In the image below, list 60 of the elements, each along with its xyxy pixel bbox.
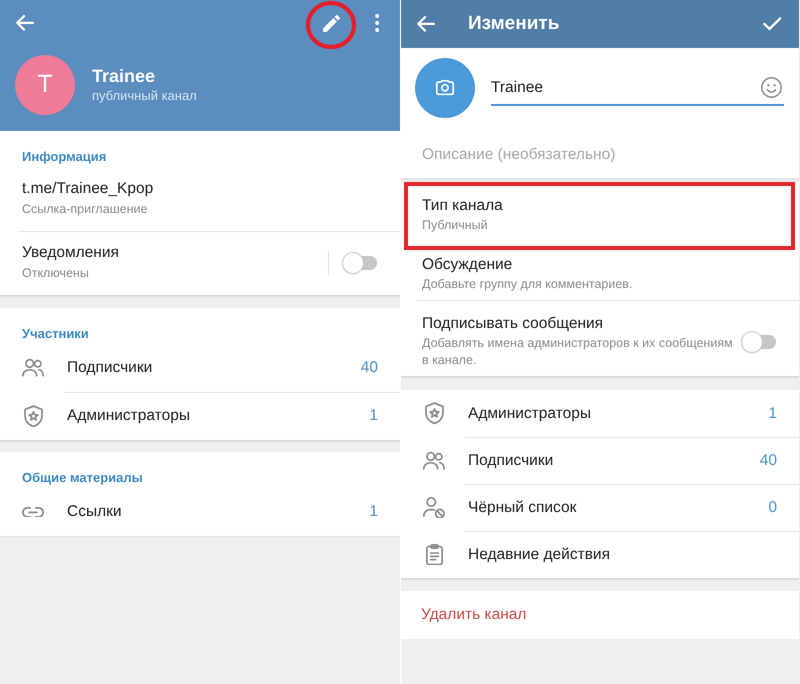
row-title: Тип канала bbox=[422, 196, 504, 216]
channel-avatar: T bbox=[15, 55, 75, 115]
row-title: Ссылки bbox=[67, 502, 123, 522]
blocked-user-icon bbox=[423, 496, 445, 518]
list-item[interactable]: Обсуждение Добавьте группу для комментариев. bbox=[401, 250, 799, 300]
list-item[interactable]: Подписчики 40 bbox=[401, 437, 799, 484]
row-title: Уведомления bbox=[22, 243, 120, 263]
row-title: Администраторы bbox=[67, 406, 191, 426]
section-title: Общие материалы bbox=[21, 469, 144, 487]
row-count: 40 bbox=[360, 358, 378, 378]
list-item[interactable]: Подписывать сообщения Добавлять имена администраторов к их сообщениям в канале. bbox=[401, 300, 799, 376]
people-icon bbox=[423, 450, 445, 470]
row-subtitle: Ссылка-приглашение bbox=[22, 201, 148, 218]
list-item[interactable]: Администраторы 1 bbox=[0, 392, 400, 440]
row-title: Подписывать сообщения bbox=[422, 314, 604, 334]
section-title: Участники bbox=[21, 325, 90, 343]
more-icon bbox=[374, 14, 380, 32]
row-count: 40 bbox=[760, 450, 777, 471]
row-title: Подписчики bbox=[468, 450, 554, 471]
row-subtitle: Добавлять имена администраторов к их сообщениям в канале. bbox=[422, 335, 734, 369]
back-arrow-icon bbox=[417, 16, 435, 32]
channel-subtitle: публичный канал bbox=[92, 87, 197, 105]
row-subtitle: Публичный bbox=[422, 217, 489, 234]
link-icon bbox=[22, 506, 44, 518]
list-item[interactable]: Подписчики 40 bbox=[0, 344, 400, 392]
check-icon bbox=[762, 17, 782, 31]
name-field[interactable]: Trainee bbox=[491, 70, 756, 106]
row-title: t.me/Trainee_Kpop bbox=[22, 179, 154, 199]
smiley-icon bbox=[761, 76, 782, 98]
list-item[interactable]: Администраторы 1 bbox=[401, 390, 799, 437]
clipboard-icon bbox=[426, 544, 442, 566]
row-title: Обсуждение bbox=[422, 255, 514, 275]
section-title: Информация bbox=[21, 148, 108, 166]
list-item[interactable]: t.me/Trainee_Kpop Ссылка-приглашение bbox=[0, 167, 400, 231]
back-arrow-icon bbox=[16, 15, 34, 31]
delete-channel-button[interactable]: Удалить канал bbox=[401, 591, 799, 639]
description-field[interactable]: Описание (необязательно) bbox=[422, 140, 784, 170]
list-item[interactable]: Ссылки 1 bbox=[0, 488, 400, 536]
list-item[interactable]: Чёрный список 0 bbox=[401, 484, 799, 531]
row-title: Администраторы bbox=[468, 404, 592, 424]
row-subtitle: Отключены bbox=[22, 265, 90, 282]
row-count: 1 bbox=[369, 502, 378, 522]
camera-icon bbox=[436, 80, 454, 96]
channel-name: Trainee bbox=[92, 65, 156, 87]
people-icon bbox=[22, 358, 44, 378]
toolbar-title: Изменить bbox=[468, 12, 560, 36]
row-count: 1 bbox=[768, 404, 777, 424]
row-count: 1 bbox=[369, 406, 378, 426]
row-title: Подписчики bbox=[67, 358, 154, 378]
toggle-switch[interactable] bbox=[742, 332, 778, 352]
row-subtitle: Добавьте группу для комментариев. bbox=[422, 276, 634, 293]
row-title: Чёрный список bbox=[468, 498, 578, 518]
row-count: 0 bbox=[768, 498, 777, 518]
list-item[interactable]: Недавние действия bbox=[401, 531, 799, 578]
row-title: Недавние действия bbox=[468, 544, 611, 565]
shield-star-icon bbox=[24, 404, 42, 428]
list-item[interactable]: Уведомления Отключены bbox=[0, 231, 400, 295]
toggle-switch[interactable] bbox=[343, 252, 379, 272]
shield-star-icon bbox=[424, 402, 444, 425]
pencil-icon bbox=[322, 14, 340, 32]
